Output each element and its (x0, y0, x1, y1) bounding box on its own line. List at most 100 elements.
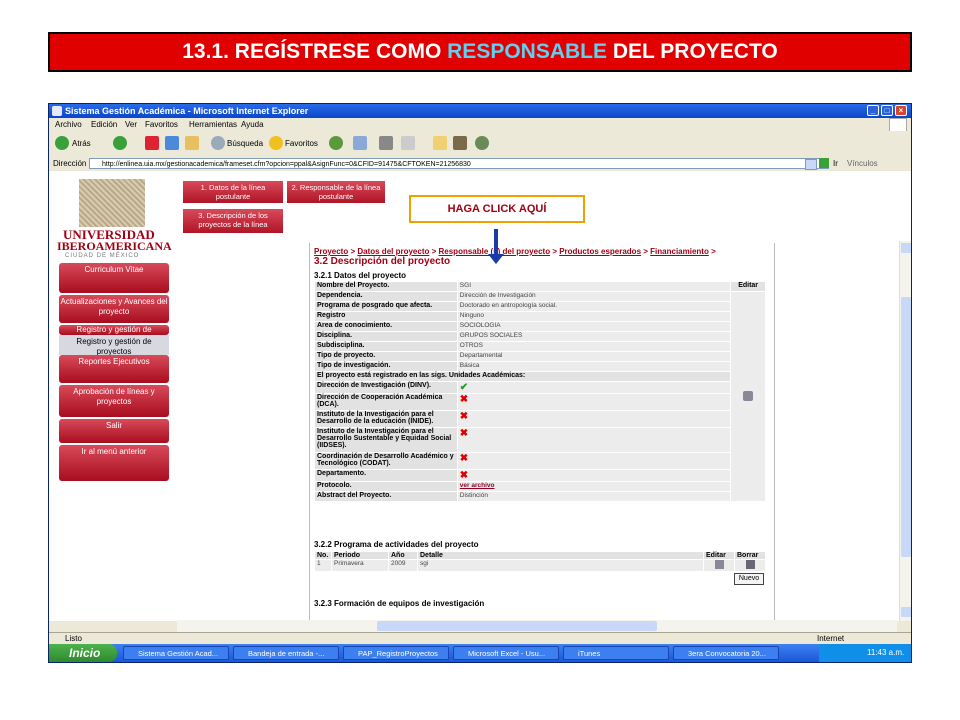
print-icon[interactable] (379, 136, 393, 150)
subsection-datos: 3.2.1 Datos del proyecto (314, 271, 407, 280)
slide-title-pre: 13.1. REGÍSTRESE COMO (182, 40, 448, 63)
menu-herramientas[interactable]: Herramientas (189, 120, 237, 129)
nav-salir[interactable]: Salir (59, 419, 169, 443)
minimize-button[interactable]: _ (867, 105, 879, 116)
tab-responsable-linea[interactable]: 2. Responsable de la línea postulante (287, 181, 385, 203)
nav-reportes-ejecutivos[interactable]: Reportes Ejecutivos (59, 355, 169, 383)
favorites-icon[interactable] (269, 136, 283, 150)
row-label: Area de conocimiento. (314, 321, 458, 332)
back-icon[interactable] (55, 136, 69, 150)
taskbar: Inicio Sistema Gestión Acad... Bandeja d… (49, 644, 911, 662)
scroll-thumb[interactable] (901, 297, 911, 557)
home-icon[interactable] (185, 136, 199, 150)
abstract-label: Abstract del Proyecto. (314, 491, 458, 502)
maximize-button[interactable]: □ (881, 105, 893, 116)
menu-ver[interactable]: Ver (125, 120, 137, 129)
menu-ayuda[interactable]: Ayuda (241, 120, 264, 129)
cross-icon: ✖ (459, 470, 469, 481)
tab-descripcion-proyectos[interactable]: 3. Descripción de los proyectos de la lí… (183, 209, 283, 233)
unit-label: Dirección de Investigación (DINV). (314, 381, 458, 394)
research-icon[interactable] (453, 136, 467, 150)
scroll-down-icon[interactable] (901, 607, 911, 617)
go-icon[interactable] (819, 158, 829, 168)
mail-icon[interactable] (353, 136, 367, 150)
menu-edicion[interactable]: Edición (91, 120, 117, 129)
stop-icon[interactable] (145, 136, 159, 150)
col-header: Año (388, 551, 418, 560)
favorites-label[interactable]: Favoritos (285, 139, 318, 148)
window-titlebar: Sistema Gestión Académica - Microsoft In… (49, 104, 911, 118)
hscroll-thumb[interactable] (377, 621, 657, 631)
section-title: 3.2 Descripción del proyecto (314, 256, 451, 267)
browser-window: Sistema Gestión Académica - Microsoft In… (48, 103, 912, 663)
task-excel[interactable]: Microsoft Excel - Usu... (453, 646, 559, 660)
toolbar: Atrás Búsqueda Favoritos (49, 131, 911, 157)
messenger-icon[interactable] (475, 136, 489, 150)
row-value: Ninguno (456, 311, 732, 322)
menu-archivo[interactable]: Archivo (55, 120, 82, 129)
address-bar: Dirección http://enlinea.uia.mx/gestiona… (49, 156, 911, 172)
slide-title-banner: 13.1. REGÍSTRESE COMO RESPONSABLE DEL PR… (48, 32, 912, 72)
nav-registro-gestion[interactable]: Registro y gestión de (59, 325, 169, 335)
project-data-table: Nombre del Proyecto. SGI Editar Dependen… (313, 281, 766, 502)
history-icon[interactable] (329, 136, 343, 150)
search-icon[interactable] (211, 136, 225, 150)
row-value: Departamental (456, 351, 732, 362)
sidebar: UNIVERSIDAD IBEROAMERICANA CIUDAD DE MÉX… (49, 171, 177, 621)
breadcrumb-proyecto[interactable]: Proyecto (314, 247, 348, 256)
row-value: OTROS (456, 341, 732, 352)
window-title: Sistema Gestión Académica - Microsoft In… (65, 106, 309, 116)
callout-arrow (494, 229, 498, 255)
nav-curriculum-vitae[interactable]: Curriculum Vitae (59, 263, 169, 293)
row-value: SGI (456, 281, 732, 292)
close-button[interactable]: × (895, 105, 907, 116)
tab-datos-linea[interactable]: 1. Datos de la línea postulante (183, 181, 283, 203)
col-header: Periodo (331, 551, 389, 560)
task-itunes[interactable]: iTunes (563, 646, 669, 660)
project-document: Proyecto > Datos del proyecto > Responsa… (309, 243, 775, 621)
activities-table: No. Periodo Año Detalle Editar Borrar 1 … (314, 551, 766, 572)
folder-icon[interactable] (433, 136, 447, 150)
links-label[interactable]: Vínculos (847, 159, 878, 168)
breadcrumb-productos[interactable]: Productos esperados (559, 247, 641, 256)
breadcrumb-financiamiento[interactable]: Financiamiento (650, 247, 709, 256)
col-header: No. (314, 551, 332, 560)
address-input[interactable]: http://enlinea.uia.mx/gestionacademica/f… (89, 158, 829, 169)
edit-activity-icon[interactable] (714, 560, 724, 569)
menu-favoritos[interactable]: Favoritos (145, 120, 178, 129)
scroll-up-icon[interactable] (901, 243, 911, 253)
logo-line3: CIUDAD DE MÉXICO (65, 253, 140, 259)
go-label[interactable]: Ir (833, 159, 838, 168)
task-pap[interactable]: PAP_RegistroProyectos (343, 646, 449, 660)
unit-label: Departamento. (314, 469, 458, 482)
col-header: Editar (703, 551, 735, 560)
task-bandeja[interactable]: Bandeja de entrada -... (233, 646, 339, 660)
cross-icon: ✖ (459, 453, 469, 464)
search-label[interactable]: Búsqueda (227, 139, 263, 148)
edit-pencil-icon[interactable] (743, 390, 754, 401)
nav-actualizaciones[interactable]: Actualizaciones y Avances del proyecto (59, 295, 169, 323)
back-label[interactable]: Atrás (72, 139, 91, 148)
nuevo-button[interactable]: Nuevo (734, 573, 764, 585)
forward-icon[interactable] (113, 136, 127, 150)
horizontal-scrollbar[interactable] (177, 620, 897, 632)
address-dropdown-icon[interactable] (805, 159, 817, 170)
act-no: 1 (314, 559, 332, 572)
ver-archivo-link[interactable]: ver archivo (460, 482, 495, 489)
nav-menu-anterior[interactable]: Ir al menú anterior (59, 445, 169, 481)
row-value: Básica (456, 361, 732, 372)
start-button[interactable]: Inicio (49, 644, 117, 662)
task-convocatoria[interactable]: 3era Convocatoria 20... (673, 646, 779, 660)
logo-line2: IBEROAMERICANA (57, 239, 172, 253)
nav-registro-gestion-proyectos[interactable]: Registro y gestión de proyectos (59, 335, 169, 356)
vertical-scrollbar[interactable] (899, 241, 911, 621)
refresh-icon[interactable] (165, 136, 179, 150)
edit-icon[interactable] (401, 136, 415, 150)
breadcrumb-datos[interactable]: Datos del proyecto (357, 247, 429, 256)
system-tray: 11:43 a.m. (819, 644, 911, 662)
delete-activity-icon[interactable] (745, 560, 755, 569)
task-sga[interactable]: Sistema Gestión Acad... (123, 646, 229, 660)
slide-title-highlight: RESPONSABLE (447, 40, 607, 63)
menu-bar: Archivo Edición Ver Favoritos Herramient… (49, 118, 911, 132)
nav-aprobacion[interactable]: Aprobación de líneas y proyectos (59, 385, 169, 417)
